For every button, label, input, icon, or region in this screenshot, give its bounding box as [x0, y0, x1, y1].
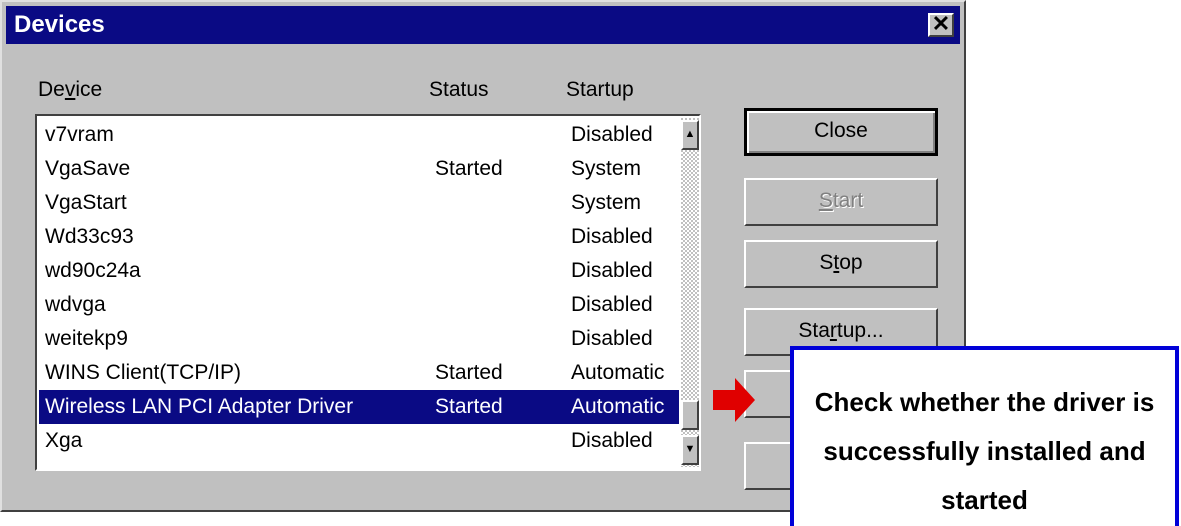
list-item-selected[interactable]: Wireless LAN PCI Adapter Driver Started … [39, 390, 679, 424]
device-name: Wireless LAN PCI Adapter Driver [45, 395, 354, 418]
list-item[interactable]: VgaSave Started System [39, 152, 679, 186]
close-button[interactable]: Close [744, 108, 938, 156]
scroll-down-arrow-icon[interactable]: ▼ [681, 435, 699, 465]
device-name: Xga [45, 429, 83, 452]
annotation-callout: Check whether the driver is successfully… [790, 346, 1179, 526]
vertical-scrollbar[interactable]: ▲ ▼ [681, 118, 699, 467]
device-status: Started [435, 395, 503, 418]
device-startup: Automatic [571, 361, 665, 384]
callout-text: Check whether the driver is successfully… [814, 387, 1155, 515]
device-startup: Disabled [571, 259, 653, 282]
device-name: weitekp9 [45, 327, 128, 350]
device-name: VgaStart [45, 191, 127, 214]
device-name: WINS Client(TCP/IP) [45, 361, 242, 384]
device-startup: Disabled [571, 123, 653, 146]
device-startup: System [571, 191, 642, 214]
device-startup: Automatic [571, 395, 665, 418]
title-bar: Devices ✕ [6, 6, 960, 44]
device-startup: Disabled [571, 225, 653, 248]
list-item[interactable]: Xga Disabled [39, 424, 679, 458]
scroll-thumb[interactable] [681, 400, 699, 430]
list-item[interactable]: Wd33c93 Disabled [39, 220, 679, 254]
close-icon[interactable]: ✕ [928, 13, 954, 37]
start-button[interactable]: Start [744, 178, 938, 226]
device-name: v7vram [45, 123, 114, 146]
device-name: Wd33c93 [45, 225, 134, 248]
device-startup: Disabled [571, 327, 653, 350]
column-header-startup: Startup [566, 78, 634, 101]
device-status: Started [435, 157, 503, 180]
list-item[interactable]: WINS Client(TCP/IP) Started Automatic [39, 356, 679, 390]
list-item[interactable]: VgaStart System [39, 186, 679, 220]
column-header-device: Device [38, 78, 103, 101]
list-item[interactable]: wdvga Disabled [39, 288, 679, 322]
stop-button[interactable]: Stop [744, 240, 938, 288]
list-item[interactable]: wd90c24a Disabled [39, 254, 679, 288]
device-list[interactable]: v7vram Disabled VgaSave Started System V… [35, 114, 701, 471]
device-status: Started [435, 361, 503, 384]
device-name: VgaSave [45, 157, 131, 180]
list-item[interactable]: weitekp9 Disabled [39, 322, 679, 356]
scroll-up-arrow-icon[interactable]: ▲ [681, 120, 699, 150]
device-startup: Disabled [571, 429, 653, 452]
dialog-title: Devices [14, 11, 105, 38]
device-name: wd90c24a [45, 259, 141, 282]
device-startup: Disabled [571, 293, 653, 316]
pointer-arrow-icon [713, 378, 755, 422]
device-startup: System [571, 157, 642, 180]
column-header-status: Status [429, 78, 489, 101]
device-name: wdvga [45, 293, 106, 316]
list-item[interactable]: v7vram Disabled [39, 118, 679, 152]
